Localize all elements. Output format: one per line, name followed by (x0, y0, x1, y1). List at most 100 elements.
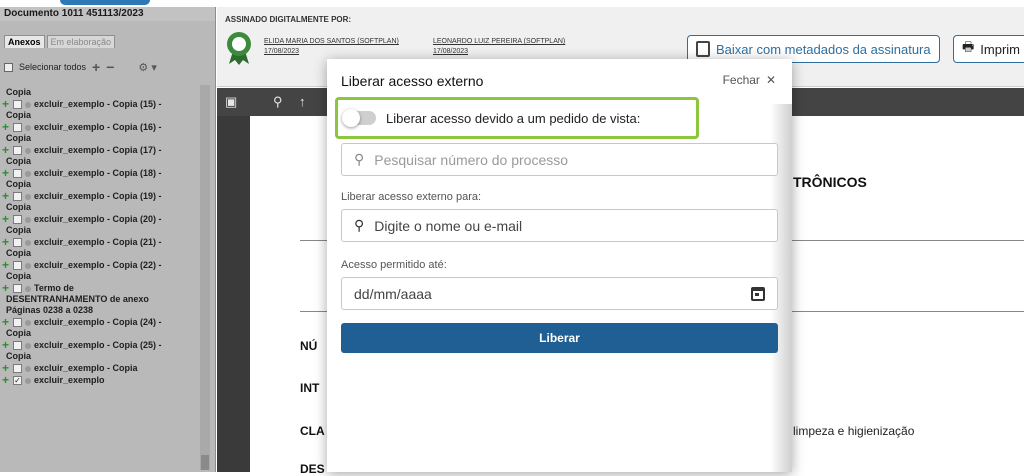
close-button[interactable]: Fechar ✕ (723, 73, 776, 87)
status-dot-icon (25, 342, 31, 349)
item-name[interactable]: excluir_exemplo - Copia (24) - (34, 317, 162, 328)
expand-icon[interactable]: + (2, 374, 10, 386)
calendar-icon[interactable] (751, 286, 765, 301)
search-icon[interactable]: ⚲ (273, 94, 283, 110)
top-strip (0, 0, 1024, 7)
list-item-row: + excluir_exemplo - Copia (2, 362, 202, 374)
item-name[interactable]: excluir_exemplo - Copia (18) - (34, 168, 162, 179)
item-checkbox[interactable] (13, 364, 22, 373)
collapse-all-icon[interactable]: − (106, 59, 114, 75)
item-name-continued: Copia (6, 156, 32, 166)
list-item[interactable]: + excluir_exemplo - Copia (16) - Copia (2, 121, 202, 144)
expand-icon[interactable]: + (2, 213, 10, 225)
expand-icon[interactable]: + (2, 167, 10, 179)
list-item[interactable]: + excluir_exemplo - Copia (2, 362, 202, 374)
signature-label: ASSINADO DIGITALMENTE POR: (225, 15, 352, 24)
signer-2[interactable]: LEONARDO LUIZ PEREIRA (SOFTPLAN) 17/08/2… (433, 37, 565, 57)
signer-1-name[interactable]: ELIDA MARIA DOS SANTOS (SOFTPLAN) (264, 37, 399, 47)
name-email-input[interactable]: ⚲ Digite o nome ou e-mail (341, 209, 778, 242)
classification-text: limpeza e higienização (793, 424, 915, 438)
list-item[interactable]: + excluir_exemplo - Copia (19) - Copia (2, 190, 202, 213)
item-name-continued: Copia (6, 248, 32, 258)
item-checkbox[interactable] (13, 318, 22, 327)
item-checkbox[interactable] (13, 146, 22, 155)
item-name[interactable]: excluir_exemplo - Copia (25) - (34, 340, 162, 351)
item-checkbox[interactable] (13, 123, 22, 132)
status-dot-icon (25, 239, 31, 246)
process-search-input[interactable]: ⚲ Pesquisar número do processo (341, 143, 778, 176)
item-checkbox[interactable] (13, 169, 22, 178)
expand-icon[interactable]: + (2, 98, 10, 110)
item-name[interactable]: Termo de (34, 283, 74, 294)
list-item-row: + excluir_exemplo - Copia (25) - (2, 339, 202, 351)
item-name[interactable]: excluir_exemplo - Copia (34, 363, 138, 374)
item-checkbox[interactable] (13, 341, 22, 350)
attachment-list: Copia + excluir_exemplo - Copia (15) - Copi… (2, 87, 202, 387)
external-access-modal: Liberar acesso externo Fechar ✕ Liberar … (327, 59, 792, 472)
item-checkbox[interactable]: ✓ (13, 376, 22, 385)
item-name[interactable]: excluir_exemplo - Copia (22) - (34, 260, 162, 271)
list-item-row: + excluir_exemplo - Copia (22) - (2, 259, 202, 271)
certificate-badge-icon (227, 32, 251, 65)
list-item[interactable]: + excluir_exemplo - Copia (25) - Copia (2, 339, 202, 362)
view-request-toggle-label: Liberar acesso devido a um pedido de vis… (386, 110, 641, 126)
item-name[interactable]: excluir_exemplo - Copia (17) - (34, 145, 162, 156)
expand-icon[interactable]: + (2, 316, 10, 328)
item-name[interactable]: excluir_exemplo - Copia (20) - (34, 214, 162, 225)
item-name-continued: DESENTRANHAMENTO de anexo (6, 294, 149, 304)
list-item[interactable]: + excluir_exemplo - Copia (18) - Copia (2, 167, 202, 190)
print-button[interactable]: 🖶 Imprim (953, 35, 1024, 63)
expand-icon[interactable]: + (2, 121, 10, 133)
list-item[interactable]: + excluir_exemplo - Copia (22) - Copia (2, 259, 202, 282)
expand-icon[interactable]: + (2, 190, 10, 202)
expand-icon[interactable]: + (2, 259, 10, 271)
item-checkbox[interactable] (13, 215, 22, 224)
sidebar-scrollbar[interactable] (200, 85, 210, 470)
select-all-label[interactable]: Selecionar todos (19, 62, 86, 72)
view-request-toggle[interactable] (342, 109, 376, 127)
list-item[interactable]: + excluir_exemplo - Copia (17) - Copia (2, 144, 202, 167)
access-until-date-input[interactable]: dd/mm/aaaa (341, 277, 778, 310)
field-label-classe: CLA (300, 424, 325, 438)
item-checkbox[interactable] (13, 192, 22, 201)
gear-icon[interactable]: ⚙ ▾ (138, 61, 156, 74)
item-name-continued: Copia (6, 225, 32, 235)
item-checkbox[interactable] (13, 100, 22, 109)
document-download-icon (696, 41, 710, 57)
list-item[interactable]: + excluir_exemplo - Copia (15) - Copia (2, 98, 202, 121)
liberar-button[interactable]: Liberar (341, 323, 778, 353)
list-item[interactable]: Copia (2, 87, 202, 98)
tab-em-elaboracao[interactable]: Em elaboração (46, 35, 116, 48)
arrow-up-icon[interactable]: ↑ (299, 94, 306, 109)
item-checkbox[interactable] (13, 284, 22, 293)
signer-2-name[interactable]: LEONARDO LUIZ PEREIRA (SOFTPLAN) (433, 37, 565, 47)
list-item[interactable]: + ✓ excluir_exemplo (2, 374, 202, 386)
item-name[interactable]: excluir_exemplo - Copia (21) - (34, 237, 162, 248)
list-item[interactable]: + excluir_exemplo - Copia (20) - Copia (2, 213, 202, 236)
item-name[interactable]: excluir_exemplo - Copia (16) - (34, 122, 162, 133)
item-checkbox[interactable] (13, 261, 22, 270)
item-name[interactable]: excluir_exemplo (34, 375, 105, 386)
select-all-icon[interactable] (4, 62, 13, 72)
field-label-numero: NÚ (300, 339, 318, 353)
scrollbar-thumb[interactable] (201, 455, 209, 470)
item-name[interactable]: excluir_exemplo - Copia (19) - (34, 191, 162, 202)
signer-2-date: 17/08/2023 (433, 48, 469, 55)
status-dot-icon (25, 193, 31, 200)
list-item[interactable]: + excluir_exemplo - Copia (21) - Copia (2, 236, 202, 259)
expand-icon[interactable]: + (2, 144, 10, 156)
tab-anexos[interactable]: Anexos (4, 35, 45, 48)
expand-icon[interactable]: + (2, 236, 10, 248)
item-name[interactable]: excluir_exemplo - Copia (15) - (34, 99, 162, 110)
sidebar-toggle-icon[interactable]: ▣ (225, 94, 237, 110)
list-item[interactable]: + excluir_exemplo - Copia (24) - Copia (2, 316, 202, 339)
expand-icon[interactable]: + (2, 339, 10, 351)
item-name-continued: Copia (6, 351, 32, 361)
expand-icon[interactable]: + (2, 282, 10, 294)
list-item-row: + excluir_exemplo - Copia (20) - (2, 213, 202, 225)
item-checkbox[interactable] (13, 238, 22, 247)
expand-all-icon[interactable]: + (92, 59, 100, 75)
signer-1[interactable]: ELIDA MARIA DOS SANTOS (SOFTPLAN) 17/08/… (264, 37, 399, 57)
list-item[interactable]: + Termo de DESENTRANHAMENTO de anexo Página… (2, 282, 202, 316)
list-item-row: + excluir_exemplo - Copia (16) - (2, 121, 202, 133)
